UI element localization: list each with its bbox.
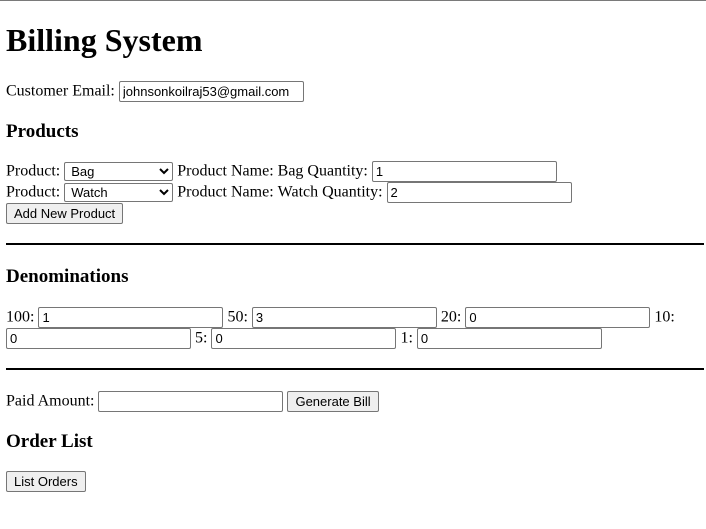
customer-email-label: Customer Email: bbox=[6, 82, 115, 100]
section-divider bbox=[6, 368, 704, 370]
product-select[interactable]: Bag bbox=[64, 162, 174, 181]
product-name-value: Bag bbox=[277, 162, 304, 180]
order-list-heading: Order List bbox=[6, 431, 93, 452]
product-name-label: Product Name: bbox=[177, 183, 274, 201]
quantity-label: Quantity: bbox=[307, 162, 368, 180]
denomination-input[interactable] bbox=[38, 307, 224, 328]
paid-amount-label: Paid Amount: bbox=[6, 392, 95, 410]
top-border bbox=[0, 0, 706, 1]
denomination-label: 50: bbox=[227, 308, 248, 326]
page-title: Billing System bbox=[6, 22, 203, 58]
product-label: Product: bbox=[6, 162, 61, 180]
section-divider bbox=[6, 243, 704, 245]
list-orders-row: List Orders bbox=[6, 471, 86, 492]
customer-email-row: Customer Email: bbox=[6, 81, 304, 102]
denomination-input[interactable] bbox=[211, 328, 397, 349]
paid-amount-input[interactable] bbox=[98, 391, 284, 412]
denomination-label: 5: bbox=[195, 329, 208, 347]
denomination-label: 10: bbox=[654, 308, 675, 326]
list-orders-button[interactable]: List Orders bbox=[6, 471, 86, 492]
product-label: Product: bbox=[6, 183, 61, 201]
denominations-heading: Denominations bbox=[6, 266, 129, 287]
product-row: Product: Watch Product Name: Watch Quant… bbox=[6, 182, 572, 203]
add-product-row: Add New Product bbox=[6, 203, 124, 224]
generate-bill-button[interactable]: Generate Bill bbox=[287, 391, 379, 412]
denomination-input[interactable] bbox=[6, 328, 191, 349]
denomination-label: 20: bbox=[440, 308, 462, 326]
add-new-product-button[interactable]: Add New Product bbox=[6, 203, 124, 224]
product-select[interactable]: Watch bbox=[64, 183, 174, 202]
denomination-input[interactable] bbox=[251, 307, 437, 328]
denomination-label: 1: bbox=[400, 329, 413, 347]
denominations-row: 100: 50: 20: 10: bbox=[6, 307, 675, 328]
denomination-input[interactable] bbox=[465, 307, 651, 328]
quantity-input[interactable] bbox=[371, 161, 557, 182]
denomination-input[interactable] bbox=[416, 328, 602, 349]
payment-row: Paid Amount: Generate Bill bbox=[6, 391, 379, 412]
quantity-label: Quantity: bbox=[322, 183, 383, 201]
quantity-input[interactable] bbox=[386, 182, 572, 203]
customer-email-input[interactable] bbox=[118, 81, 304, 102]
products-heading: Products bbox=[6, 121, 79, 142]
product-row: Product: Bag Product Name: Bag Quantity: bbox=[6, 161, 557, 182]
product-name-value: Watch bbox=[277, 183, 319, 201]
product-name-label: Product Name: bbox=[177, 162, 274, 180]
denomination-label: 100: bbox=[6, 308, 35, 326]
denominations-row: 5: 1: bbox=[6, 328, 602, 349]
